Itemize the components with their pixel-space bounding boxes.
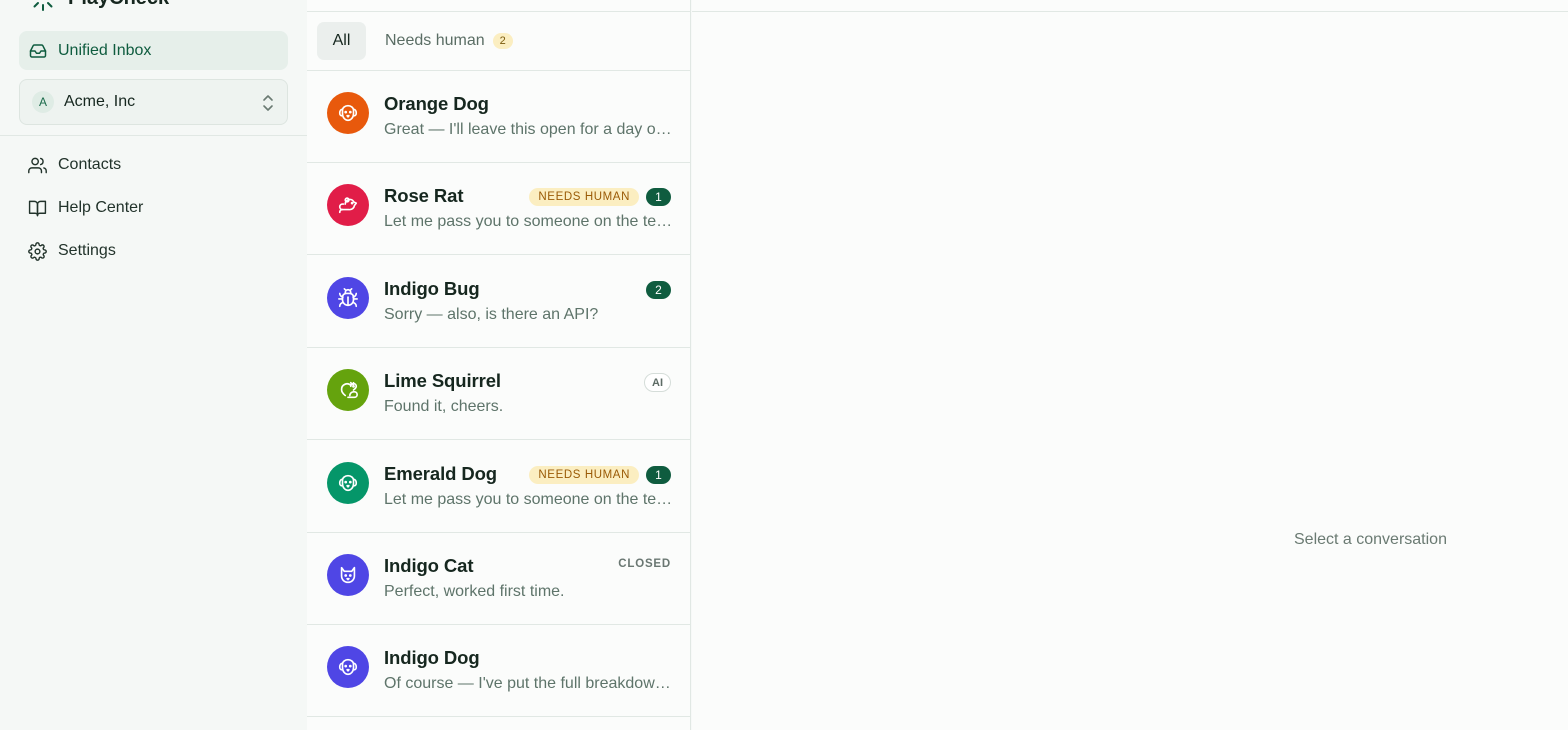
contact-name: Orange Dog [384, 93, 489, 114]
rat-icon [338, 197, 358, 214]
ai-badge: AI [644, 373, 671, 392]
conversation-badges: 2 [646, 281, 671, 299]
contact-avatar [327, 184, 369, 226]
contact-avatar [327, 277, 369, 319]
conversation-item[interactable]: Lime Squirrel AI Found it, cheers. [307, 348, 691, 440]
inbox-icon [29, 43, 47, 58]
conversation-item[interactable]: Rose Rat NEEDS HUMAN 1 Let me pass you t… [307, 163, 691, 255]
conversation-item[interactable]: Indigo Dog Of course — I've put the full… [307, 625, 691, 717]
contact-name: Indigo Dog [384, 647, 480, 668]
org-switcher[interactable]: A Acme, Inc [19, 79, 288, 125]
contact-avatar [327, 462, 369, 504]
contact-name: Indigo Bug [384, 278, 480, 299]
tab-label: Needs human [385, 32, 485, 49]
message-preview: Let me pass you to someone on the team w… [384, 213, 674, 230]
main-header-divider [692, 11, 1568, 12]
closed-status-label: CLOSED [618, 558, 671, 570]
sidebar-item-label: Unified Inbox [58, 41, 152, 59]
empty-state-text: Select a conversation [1294, 531, 1447, 548]
book-icon [28, 200, 47, 216]
tab-needs-human[interactable]: Needs human 2 [385, 22, 513, 60]
contact-name: Rose Rat [384, 185, 464, 206]
contact-avatar [327, 369, 369, 411]
contact-name: Indigo Cat [384, 555, 474, 576]
chevron-up-down-icon [263, 95, 273, 111]
message-preview: Great — I'll leave this open for a day o… [384, 121, 674, 138]
unread-count-badge: 1 [646, 466, 671, 484]
message-preview: Of course — I've put the full breakdown … [384, 675, 674, 692]
sidebar-item-help-center[interactable]: Help Center [28, 196, 143, 220]
conversation-badges: NEEDS HUMAN 1 [529, 466, 671, 484]
tab-all[interactable]: All [317, 22, 366, 60]
sidebar-item-label: Help Center [58, 199, 144, 216]
squirrel-icon [340, 381, 358, 399]
brand-name: PlayCheck [68, 0, 169, 10]
contact-name: Lime Squirrel [384, 370, 501, 391]
contact-avatar [327, 646, 369, 688]
contact-name: Emerald Dog [384, 463, 498, 484]
sidebar-item-label: Contacts [58, 156, 122, 173]
conversation-detail-panel: Select a conversation [692, 0, 1568, 730]
unread-count-badge: 1 [646, 188, 671, 206]
conversation-badges: AI [644, 373, 671, 392]
contact-avatar [327, 92, 369, 134]
conversation-badges: NEEDS HUMAN 1 [529, 188, 671, 206]
conversation-badges: CLOSED [618, 558, 671, 570]
users-icon [28, 157, 47, 173]
sidebar-item-contacts[interactable]: Contacts [28, 153, 121, 177]
bug-icon [338, 288, 358, 308]
sidebar: PlayCheck Unified Inbox A Acme, Inc Cont… [0, 0, 307, 730]
needs-human-badge: NEEDS HUMAN [529, 466, 639, 484]
message-preview: Found it, cheers. [384, 398, 504, 415]
needs-human-badge: NEEDS HUMAN [529, 188, 639, 206]
message-preview: Perfect, worked first time. [384, 583, 565, 600]
sidebar-item-label: Settings [58, 242, 116, 259]
sidebar-item-settings[interactable]: Settings [28, 239, 116, 263]
message-preview: Let me pass you to someone on the team w… [384, 491, 674, 508]
tab-count-badge: 2 [492, 33, 513, 49]
list-header-divider [307, 11, 691, 12]
gear-icon [28, 241, 47, 261]
cat-icon [340, 566, 356, 584]
contact-avatar [327, 554, 369, 596]
unread-count-badge: 2 [646, 281, 671, 299]
conversation-item[interactable]: Orange Dog Great — I'll leave this open … [307, 71, 691, 163]
sidebar-item-unified-inbox[interactable]: Unified Inbox [19, 31, 288, 70]
brand-logo-icon [33, 2, 53, 11]
conversation-item[interactable]: Emerald Dog NEEDS HUMAN 1 Let me pass yo… [307, 441, 691, 533]
conversation-item[interactable]: Indigo Bug 2 Sorry — also, is there an A… [307, 256, 691, 348]
conversation-list-panel: All Needs human 2 Orange Dog Great — I'l… [307, 0, 691, 730]
dog-icon [338, 474, 358, 492]
brand[interactable]: PlayCheck [28, 0, 169, 11]
message-preview: Sorry — also, is there an API? [384, 306, 599, 323]
org-avatar: A [32, 91, 54, 113]
org-name: Acme, Inc [64, 93, 136, 110]
sidebar-divider [0, 135, 307, 136]
dog-icon [338, 104, 358, 122]
dog-icon [338, 658, 358, 676]
tab-label: All [332, 32, 351, 49]
conversation-item[interactable]: Indigo Cat CLOSED Perfect, worked first … [307, 533, 691, 625]
